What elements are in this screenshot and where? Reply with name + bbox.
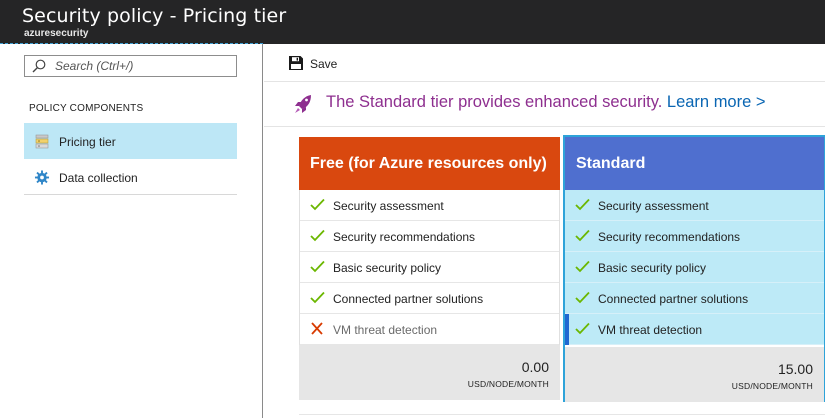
learn-more-link[interactable]: Learn more > [667, 93, 766, 111]
feature-row: Basic security policy [300, 252, 559, 283]
checkmark-icon [310, 260, 325, 273]
feature-label: Security assessment [598, 199, 709, 213]
sidebar-item-data-collection[interactable]: Data collection [24, 159, 237, 195]
toolbar: Save [264, 44, 825, 82]
resource-subtitle: azuresecurity [24, 28, 89, 39]
price-amount: 15.00 [777, 361, 813, 377]
info-banner: The Standard tier provides enhanced secu… [264, 83, 825, 127]
feature-label: Connected partner solutions [598, 292, 749, 306]
price-unit: USD/NODE/MONTH [731, 381, 813, 391]
checkmark-icon [575, 198, 590, 211]
feature-list: Security assessment Security recommendat… [299, 190, 560, 345]
feature-row: VM threat detection [565, 314, 824, 345]
search-box[interactable] [24, 55, 237, 77]
feature-row: Security assessment [300, 190, 559, 221]
section-heading: POLICY COMPONENTS [29, 103, 144, 114]
feature-label: Connected partner solutions [333, 292, 484, 306]
price-unit: USD/NODE/MONTH [467, 379, 549, 389]
checkmark-icon [575, 260, 590, 273]
tier-name: Free (for Azure resources only) [310, 155, 547, 172]
tier-header: Standard [565, 137, 824, 190]
feature-list: Security assessment Security recommendat… [565, 190, 824, 345]
sidebar-item-label: Pricing tier [59, 135, 116, 149]
feature-row: Connected partner solutions [565, 283, 824, 314]
checkmark-icon [310, 229, 325, 242]
save-label: Save [310, 57, 338, 71]
feature-label: Security recommendations [598, 230, 741, 244]
tier-name: Standard [576, 155, 646, 172]
sidebar-item-label: Data collection [59, 171, 138, 185]
highlight-marker [565, 314, 569, 345]
feature-row: Security assessment [565, 190, 824, 221]
feature-row: VM threat detection [300, 314, 559, 345]
feature-row: Basic security policy [565, 252, 824, 283]
feature-label: VM threat detection [598, 323, 703, 337]
checkmark-icon [575, 291, 590, 304]
feature-label: Basic security policy [598, 261, 707, 275]
gear-icon [34, 170, 50, 185]
title-bar: Security policy - Pricing tier azuresecu… [0, 0, 825, 44]
price-box: 0.00 USD/NODE/MONTH [299, 345, 560, 400]
checkmark-icon [310, 291, 325, 304]
feature-row: Security recommendations [565, 221, 824, 252]
content-divider [299, 414, 825, 415]
tier-card-free[interactable]: Free (for Azure resources only) Security… [299, 137, 560, 400]
rocket-icon [295, 95, 311, 113]
banner-message: The Standard tier provides enhanced secu… [326, 93, 663, 111]
checkmark-icon [575, 322, 590, 335]
feature-row: Security recommendations [300, 221, 559, 252]
feature-row: Connected partner solutions [300, 283, 559, 314]
search-icon [32, 59, 46, 73]
save-icon [289, 56, 303, 70]
cross-icon [311, 322, 323, 335]
sidebar-item-pricing-tier[interactable]: Pricing tier [24, 123, 237, 159]
tier-card-standard[interactable]: Standard Security assessment Security re… [563, 135, 825, 402]
main-panel: Save The Standard tier provides enhanced… [264, 44, 825, 418]
checkmark-icon [310, 198, 325, 211]
left-panel: POLICY COMPONENTS Pricing tier [0, 44, 263, 418]
price-amount: 0.00 [521, 359, 549, 375]
tier-header: Free (for Azure resources only) [299, 137, 560, 190]
search-input[interactable] [55, 58, 230, 74]
checkmark-icon [575, 229, 590, 242]
feature-label: Security assessment [333, 199, 444, 213]
feature-label: Basic security policy [333, 261, 442, 275]
feature-label: VM threat detection [333, 323, 438, 337]
page-title: Security policy - Pricing tier [22, 5, 287, 27]
feature-label: Security recommendations [333, 230, 476, 244]
price-box: 15.00 USD/NODE/MONTH [565, 347, 824, 402]
banner-text: The Standard tier provides enhanced secu… [326, 93, 766, 112]
pricing-tier-icon [35, 134, 49, 149]
